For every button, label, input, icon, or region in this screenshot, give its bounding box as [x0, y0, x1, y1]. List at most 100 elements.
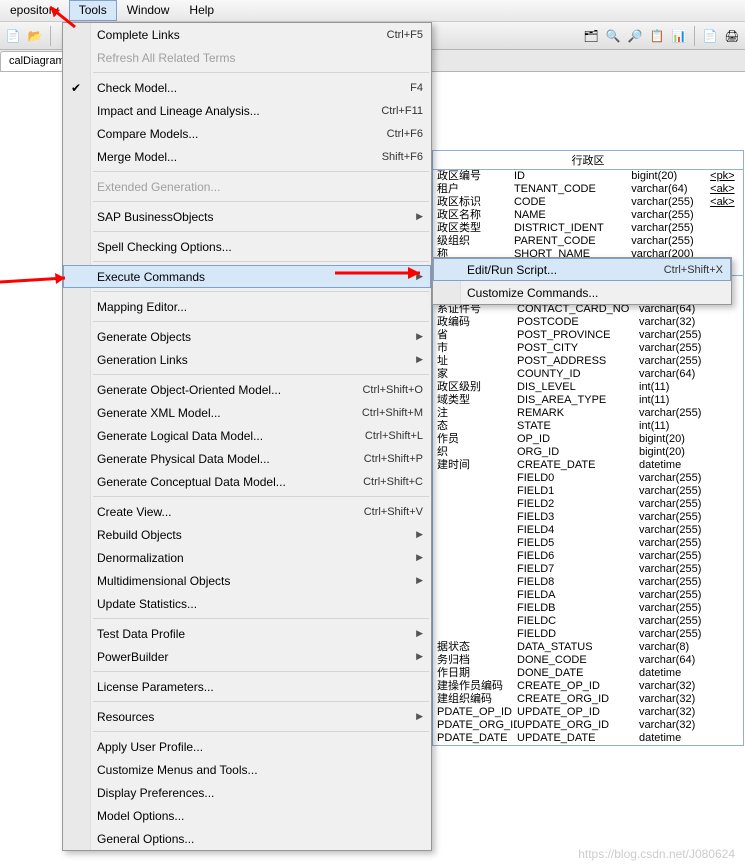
col-type: varchar(32) [639, 719, 721, 732]
menu-item[interactable]: Complete LinksCtrl+F5 [63, 23, 431, 46]
menu-item[interactable]: Generate Logical Data Model...Ctrl+Shift… [63, 424, 431, 447]
table-row: 注REMARKvarchar(255) [433, 407, 743, 420]
menu-item-label: Complete Links [97, 28, 387, 42]
menu-item[interactable]: Spell Checking Options... [63, 235, 431, 258]
menu-item[interactable]: Update Statistics... [63, 592, 431, 615]
table-row: 级组织PARENT_CODEvarchar(255) [433, 235, 743, 248]
menu-item[interactable]: Resources▶ [63, 705, 431, 728]
col-type: varchar(64) [631, 183, 710, 196]
menu-item[interactable]: SAP BusinessObjects▶ [63, 205, 431, 228]
menu-item[interactable]: Generate XML Model...Ctrl+Shift+M [63, 401, 431, 424]
col-type: varchar(255) [631, 235, 710, 248]
table-row: FIELD0varchar(255) [433, 472, 743, 485]
tool-icon[interactable]: 🔎 [626, 27, 644, 45]
tool-icon[interactable]: 🗂 [582, 27, 600, 45]
col-type: varchar(255) [639, 589, 721, 602]
col-type: varchar(255) [639, 498, 721, 511]
col-cn [437, 563, 517, 576]
tool-icon[interactable]: 📄 [4, 27, 22, 45]
menu-item[interactable]: Mapping Editor... [63, 295, 431, 318]
menu-item-label: Mapping Editor... [97, 300, 423, 314]
tool-icon[interactable]: 📄 [701, 27, 719, 45]
menu-item[interactable]: Generate Objects▶ [63, 325, 431, 348]
col-en: UPDATE_ORG_ID [517, 719, 639, 732]
menu-shortcut: Ctrl+Shift+L [365, 430, 423, 442]
col-en: FIELD3 [517, 511, 639, 524]
tool-icon[interactable]: 🔍 [604, 27, 622, 45]
col-en: FIELD1 [517, 485, 639, 498]
menu-item[interactable]: Multidimensional Objects▶ [63, 569, 431, 592]
menu-item-label: Multidimensional Objects [97, 574, 410, 588]
menu-item[interactable]: ✔Check Model...F4 [63, 76, 431, 99]
col-en: DONE_CODE [517, 654, 639, 667]
tool-icon[interactable]: 📋 [648, 27, 666, 45]
col-type: varchar(255) [639, 576, 721, 589]
col-type: varchar(255) [639, 628, 721, 641]
col-en: DONE_DATE [517, 667, 639, 680]
check-icon: ✔ [68, 80, 84, 96]
menu-item[interactable]: Generate Physical Data Model...Ctrl+Shif… [63, 447, 431, 470]
menu-item-label: Refresh All Related Terms [97, 51, 423, 65]
menu-item[interactable]: Customize Menus and Tools... [63, 758, 431, 781]
submenu-item[interactable]: Customize Commands... [433, 281, 731, 304]
menu-item[interactable]: Model Options... [63, 804, 431, 827]
col-type: int(11) [639, 394, 721, 407]
toolbar-separator [694, 26, 695, 46]
menu-item-label: Display Preferences... [97, 786, 423, 800]
col-type: bigint(20) [639, 433, 721, 446]
col-en: NAME [514, 209, 631, 222]
col-cn: 域类型 [437, 394, 517, 407]
col-type: varchar(32) [639, 680, 721, 693]
tool-icon[interactable]: 📊 [670, 27, 688, 45]
menubar-item-help[interactable]: Help [179, 0, 224, 21]
menu-item[interactable]: Test Data Profile▶ [63, 622, 431, 645]
menu-shortcut: Ctrl+F5 [387, 29, 423, 41]
col-type: varchar(255) [639, 563, 721, 576]
menu-item[interactable]: Rebuild Objects▶ [63, 523, 431, 546]
submenu-arrow-icon: ▶ [416, 651, 423, 662]
menu-item[interactable]: License Parameters... [63, 675, 431, 698]
col-type: varchar(8) [639, 641, 721, 654]
menu-item[interactable]: Display Preferences... [63, 781, 431, 804]
annotation-arrow [30, 2, 80, 32]
col-type: varchar(64) [639, 368, 721, 381]
menu-item[interactable]: Denormalization▶ [63, 546, 431, 569]
col-en: FIELDC [517, 615, 639, 628]
menu-item[interactable]: Compare Models...Ctrl+F6 [63, 122, 431, 145]
menu-shortcut: Ctrl+Shift+P [364, 453, 423, 465]
col-en: REMARK [517, 407, 639, 420]
menu-item[interactable]: Generate Object-Oriented Model...Ctrl+Sh… [63, 378, 431, 401]
menu-separator [93, 618, 429, 619]
col-en: FIELD4 [517, 524, 639, 537]
menu-item[interactable]: Generate Conceptual Data Model...Ctrl+Sh… [63, 470, 431, 493]
table-row: PDATE_DATEUPDATE_DATEdatetime [433, 732, 743, 745]
menu-item[interactable]: Apply User Profile... [63, 735, 431, 758]
col-cn: 省 [437, 329, 517, 342]
menu-item[interactable]: Impact and Lineage Analysis...Ctrl+F11 [63, 99, 431, 122]
col-type: varchar(255) [639, 511, 721, 524]
menu-item-label: Merge Model... [97, 150, 382, 164]
tool-icon[interactable]: 🖨 [723, 27, 741, 45]
menu-item[interactable]: General Options... [63, 827, 431, 850]
submenu-item[interactable]: Edit/Run Script...Ctrl+Shift+X [433, 258, 731, 281]
col-type: varchar(255) [639, 524, 721, 537]
table-row: 态STATEint(11) [433, 420, 743, 433]
col-type: varchar(255) [631, 196, 710, 209]
col-type: varchar(255) [639, 615, 721, 628]
menu-item-label: SAP BusinessObjects [97, 210, 410, 224]
menu-item[interactable]: Merge Model...Shift+F6 [63, 145, 431, 168]
submenu-arrow-icon: ▶ [416, 331, 423, 342]
menu-shortcut: Ctrl+Shift+V [364, 506, 423, 518]
menu-item[interactable]: PowerBuilder▶ [63, 645, 431, 668]
menu-separator [93, 261, 429, 262]
menu-item[interactable]: Create View...Ctrl+Shift+V [63, 500, 431, 523]
menu-separator [93, 496, 429, 497]
menubar-item-window[interactable]: Window [117, 0, 180, 21]
col-en: ID [514, 170, 631, 183]
col-en: POST_ADDRESS [517, 355, 639, 368]
col-cn: 租户 [437, 183, 514, 196]
col-en: UPDATE_DATE [517, 732, 639, 745]
menu-item[interactable]: Generation Links▶ [63, 348, 431, 371]
entity-title: 行政区 [433, 151, 743, 170]
col-cn: 政区级别 [437, 381, 517, 394]
